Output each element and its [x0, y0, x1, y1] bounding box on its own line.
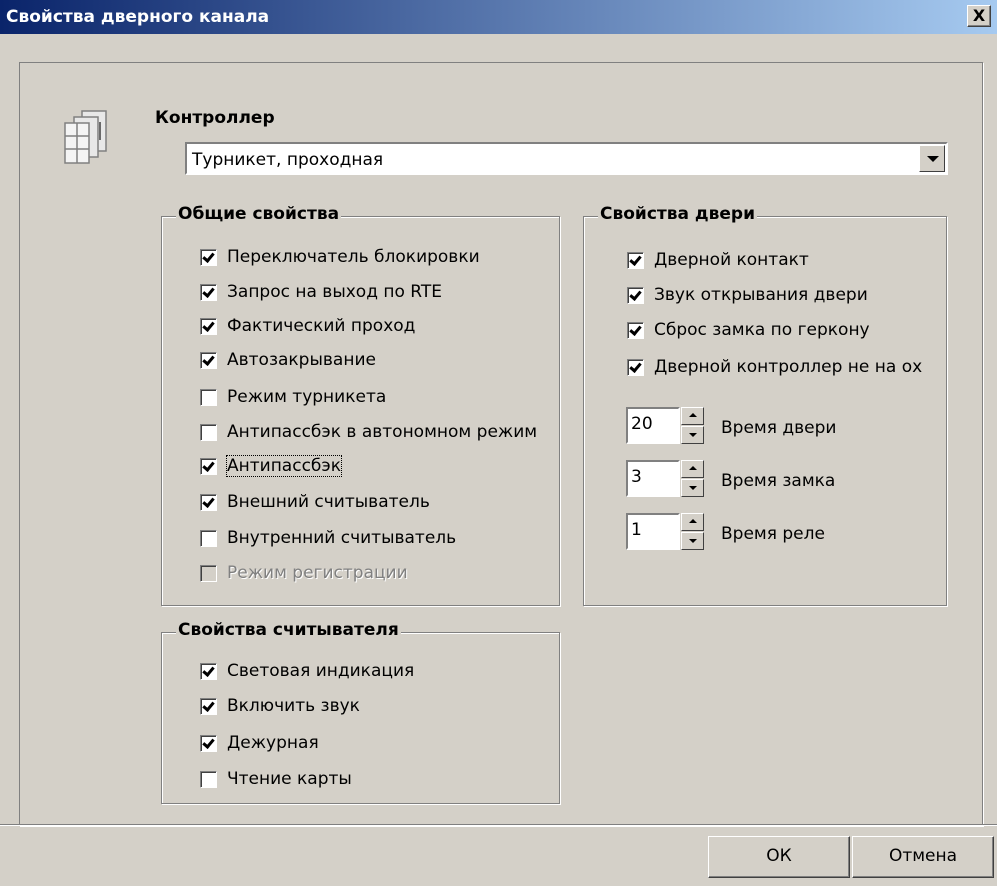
spin-up-icon[interactable] — [681, 407, 704, 425]
spinner-buttons — [681, 513, 704, 550]
checkbox-label: Режим регистрации — [227, 563, 408, 583]
chevron-down-icon[interactable] — [919, 145, 945, 172]
checkbox-label: Чтение карты — [227, 769, 352, 789]
spin-down-icon[interactable] — [681, 426, 704, 444]
reader-properties-group: Свойства считывателя Световая индикация … — [161, 620, 560, 804]
checkbox-internal-reader[interactable]: Внутренний считыватель — [200, 527, 558, 551]
door-channel-icon — [64, 110, 107, 164]
checkbox-antipassback[interactable]: Антипассбэк — [200, 455, 558, 479]
checkbox-label: Звук открывания двери — [654, 285, 868, 305]
checkbox-box[interactable] — [627, 322, 644, 339]
window-title: Свойства дверного канала — [6, 7, 270, 27]
checkbox-card-read[interactable]: Чтение карты — [200, 768, 558, 792]
checkbox-registration-mode: Режим регистрации — [200, 562, 558, 586]
checkbox-box[interactable] — [200, 249, 217, 266]
checkbox-box[interactable] — [200, 530, 217, 547]
checkbox-label: Антипассбэк — [225, 455, 343, 477]
checkbox-auto-close[interactable]: Автозакрывание — [200, 349, 558, 373]
checkbox-label: Автозакрывание — [227, 350, 376, 370]
relay-time-spinner: 1 Время реле — [626, 513, 886, 553]
checkbox-label: Включить звук — [227, 696, 360, 716]
close-button[interactable]: X — [967, 5, 991, 27]
checkbox-external-reader[interactable]: Внешний считыватель — [200, 491, 558, 515]
controller-label: Контроллер — [155, 108, 275, 128]
checkbox-box[interactable] — [200, 352, 217, 369]
checkbox-label: Дверной контроллер не на ох — [654, 357, 923, 377]
checkbox-label: Сброс замка по геркону — [654, 320, 870, 340]
general-properties-title: Общие свойства — [176, 204, 342, 224]
door-time-spinner: 20 Время двери — [626, 407, 886, 447]
relay-time-input[interactable]: 1 — [626, 513, 680, 550]
ok-button[interactable]: ОК — [708, 836, 850, 878]
controller-select-value: Турникет, проходная — [192, 150, 384, 170]
checkbox-lock-switch[interactable]: Переключатель блокировки — [200, 246, 558, 270]
checkbox-label: Световая индикация — [227, 661, 415, 681]
door-time-input[interactable]: 20 — [626, 407, 680, 444]
checkbox-door-open-sound[interactable]: Звук открывания двери — [627, 284, 930, 308]
checkbox-reset-lock-reed[interactable]: Сброс замка по геркону — [627, 319, 930, 343]
checkbox-box[interactable] — [627, 287, 644, 304]
checkbox-label: Внешний считыватель — [227, 492, 430, 512]
checkbox-box[interactable] — [200, 735, 217, 752]
checkbox-box[interactable] — [200, 284, 217, 301]
checkbox-rte-exit[interactable]: Запрос на выход по RTE — [200, 281, 558, 305]
spinner-buttons — [681, 407, 704, 444]
general-properties-group: Общие свойства Переключатель блокировки … — [161, 204, 560, 606]
checkbox-label: Дежурная — [227, 733, 319, 753]
checkbox-box[interactable] — [200, 494, 217, 511]
door-time-label: Время двери — [721, 418, 837, 438]
lock-time-input[interactable]: 3 — [626, 460, 680, 497]
checkbox-box[interactable] — [627, 252, 644, 269]
checkbox-label: Антипассбэк в автономном режим — [227, 422, 538, 442]
spinner-buttons — [681, 460, 704, 497]
checkbox-light-indication[interactable]: Световая индикация — [200, 660, 558, 684]
checkbox-antipassback-autonomous[interactable]: Антипассбэк в автономном режим — [200, 421, 558, 445]
footer-separator — [0, 824, 997, 826]
checkbox-enable-sound[interactable]: Включить звук — [200, 695, 558, 719]
lock-time-label: Время замка — [721, 471, 836, 491]
checkbox-box[interactable] — [627, 359, 644, 376]
checkbox-label: Дверной контакт — [654, 250, 809, 270]
checkbox-door-contact[interactable]: Дверной контакт — [627, 249, 930, 273]
checkbox-box[interactable] — [200, 458, 217, 475]
checkbox-box[interactable] — [200, 698, 217, 715]
spin-down-icon[interactable] — [681, 532, 704, 550]
checkbox-actual-pass[interactable]: Фактический проход — [200, 315, 558, 339]
checkbox-label: Переключатель блокировки — [227, 247, 480, 267]
checkbox-box — [200, 565, 217, 582]
checkbox-label: Внутренний считыватель — [227, 528, 457, 548]
checkbox-turnstile-mode[interactable]: Режим турникета — [200, 386, 558, 410]
controller-select[interactable]: Турникет, проходная — [185, 142, 948, 175]
checkbox-label: Режим турникета — [227, 387, 387, 407]
checkbox-label: Запрос на выход по RTE — [227, 282, 442, 302]
checkbox-box[interactable] — [200, 771, 217, 788]
checkbox-door-controller-not-guard[interactable]: Дверной контроллер не на ох — [627, 356, 930, 380]
checkbox-label: Фактический проход — [227, 316, 416, 336]
spin-up-icon[interactable] — [681, 460, 704, 478]
checkbox-box[interactable] — [200, 663, 217, 680]
spin-down-icon[interactable] — [681, 479, 704, 497]
door-properties-group: Свойства двери Дверной контакт Звук откр… — [583, 204, 947, 606]
title-bar: Свойства дверного канала X — [0, 0, 997, 34]
checkbox-box[interactable] — [200, 318, 217, 335]
checkbox-box[interactable] — [200, 424, 217, 441]
spin-up-icon[interactable] — [681, 513, 704, 531]
cancel-button[interactable]: Отмена — [852, 836, 994, 878]
reader-properties-title: Свойства считывателя — [176, 620, 401, 640]
door-properties-title: Свойства двери — [598, 204, 758, 224]
relay-time-label: Время реле — [721, 524, 825, 544]
checkbox-box[interactable] — [200, 389, 217, 406]
checkbox-duty[interactable]: Дежурная — [200, 732, 558, 756]
lock-time-spinner: 3 Время замка — [626, 460, 886, 500]
